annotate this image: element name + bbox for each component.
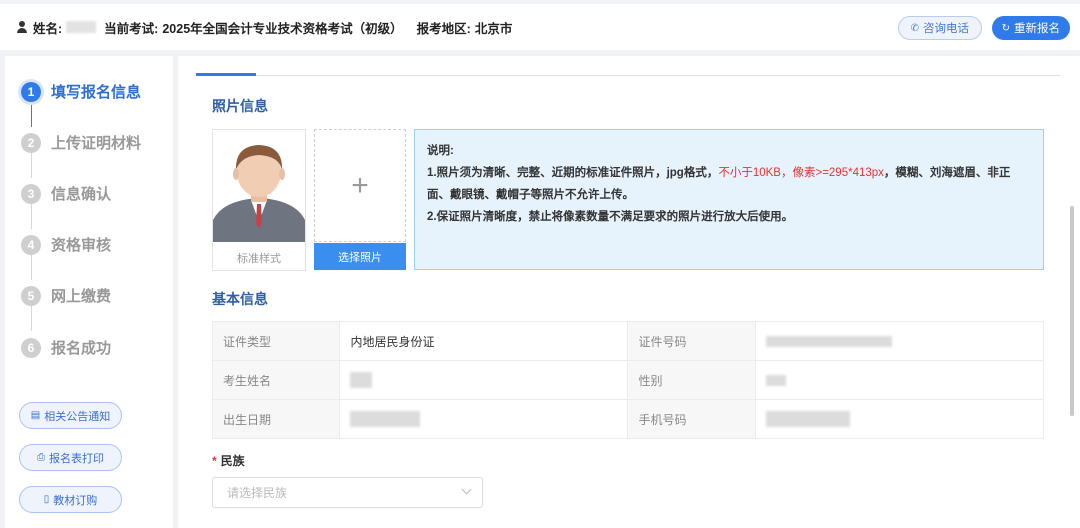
notice-button[interactable]: ▤ 相关公告通知 [19,402,122,429]
scrollbar[interactable] [1070,206,1074,416]
phone-label: 手机号码 [627,399,756,439]
phone-icon: ✆ [910,22,919,34]
nation-label: * 民族 [212,452,245,469]
print-icon: ⎙ [37,452,45,463]
nation-select[interactable]: 请选择民族 [212,477,483,508]
note-line-2: 2.保证照片清晰度，禁止将像素数量不满足要求的照片进行放大后使用。 [427,211,794,223]
id-number-value [754,321,1045,361]
basic-section-title: 基本信息 [212,291,268,307]
gender-value [754,360,1045,400]
step-registration-success[interactable]: 6 报名成功 [21,337,111,358]
user-icon [16,21,28,33]
step-qualification-review[interactable]: 4 资格审核 [21,234,111,255]
exam-label: 当前考试: [104,21,159,36]
note-line-1: 1.照片须为清晰、完整、近期的标准证件照片，jpg格式，不小于10KB，像素>=… [427,162,1031,206]
step-confirm-info[interactable]: 3 信息确认 [21,183,111,204]
name-value-redacted [66,21,97,33]
chevron-down-icon [461,484,472,495]
redacted-value [350,411,421,427]
document-icon: ▤ [30,410,41,421]
note-line-1-text: 1.照片须为清晰、完整、近期的标准证件照片，jpg格式， [427,167,719,179]
step-label: 网上缴费 [51,288,112,305]
table-row: 考生姓名 性别 [211,360,1045,400]
nation-placeholder: 请选择民族 [227,486,288,500]
note-title: 说明: [427,145,454,157]
active-tab-indicator [196,73,256,76]
region-value: 北京市 [474,21,513,36]
table-row: 证件类型 内地居民身份证 证件号码 [211,321,1045,361]
consult-phone-label: 咨询电话 [923,23,969,35]
step-label: 资格审核 [51,237,112,254]
redacted-value [765,336,892,348]
book-order-label: 教材订购 [53,494,98,507]
step-connector [31,102,32,127]
step-connector [31,255,32,280]
name-label: 姓名: [33,21,63,36]
redacted-value [765,375,786,387]
choose-photo-button[interactable]: 选择照片 [314,243,406,270]
region-label: 报考地区: [416,21,471,36]
print-form-label: 报名表打印 [49,452,104,465]
step-number: 5 [21,285,41,306]
sample-photo: 标准样式 [212,129,306,271]
top-header: 姓名: 当前考试: 2025年全国会计专业技术资格考试（初级） 报考地区: 北京… [0,4,1080,50]
note-line-1-highlight: 不小于10KB，像素>=295*413px [718,167,884,179]
step-online-payment[interactable]: 5 网上缴费 [21,285,111,306]
print-form-button[interactable]: ⎙ 报名表打印 [19,444,122,471]
phone-value [754,399,1045,439]
steps-sidebar: 1 填写报名信息 2 上传证明材料 3 信息确认 4 资格审核 5 网上缴费 6… [5,56,173,528]
step-label: 信息确认 [51,186,112,203]
step-number: 2 [21,132,41,153]
person-avatar-icon [213,145,305,242]
required-mark: * [212,454,217,468]
step-label: 上传证明材料 [51,135,142,152]
notice-button-label: 相关公告通知 [44,410,111,423]
redacted-value [350,372,373,388]
reapply-button[interactable]: ↻ 重新报名 [991,16,1070,40]
candidate-name-label: 考生姓名 [211,360,341,400]
tab-divider [196,75,1060,76]
step-connector [31,153,32,178]
id-number-label: 证件号码 [627,321,756,361]
id-type-value: 内地居民身份证 [339,321,629,361]
photo-instructions: 说明: 1.照片须为清晰、完整、近期的标准证件照片，jpg格式，不小于10KB，… [414,129,1044,270]
candidate-name-value [339,360,629,400]
book-icon: ▯ [43,494,50,505]
step-upload-materials[interactable]: 2 上传证明材料 [21,132,141,153]
step-number: 4 [21,234,41,255]
sample-caption: 标准样式 [237,253,281,265]
basic-info-table: 证件类型 内地居民身份证 证件号码 考生姓名 性别 出生日期 手机号码 [211,321,1045,439]
plus-icon: + [351,168,369,202]
step-number: 3 [21,183,41,204]
step-connector [31,306,32,331]
book-order-button[interactable]: ▯ 教材订购 [19,486,122,513]
refresh-icon: ↻ [1001,22,1010,34]
consult-phone-button[interactable]: ✆ 咨询电话 [897,16,982,40]
birth-date-value [339,399,629,439]
redacted-value [765,411,850,427]
step-number: 6 [21,337,41,358]
reapply-label: 重新报名 [1014,23,1060,35]
nation-label-text: 民族 [220,454,245,468]
step-fill-info[interactable]: 1 填写报名信息 [21,81,141,102]
photo-upload-area[interactable]: + [314,129,406,242]
gender-label: 性别 [627,360,756,400]
step-connector [31,204,32,229]
step-number: 1 [21,81,41,102]
birth-date-label: 出生日期 [211,399,341,439]
step-label: 报名成功 [51,340,112,357]
main-panel: 照片信息 标准样式 + 选择照片 说明: 1.照片须为清晰、完整、近期的标准证件… [178,56,1080,528]
exam-value: 2025年全国会计专业技术资格考试（初级） [162,21,403,36]
step-label: 填写报名信息 [51,84,142,101]
table-row: 出生日期 手机号码 [211,399,1045,439]
id-type-label: 证件类型 [211,321,341,361]
photo-section-title: 照片信息 [212,98,268,114]
